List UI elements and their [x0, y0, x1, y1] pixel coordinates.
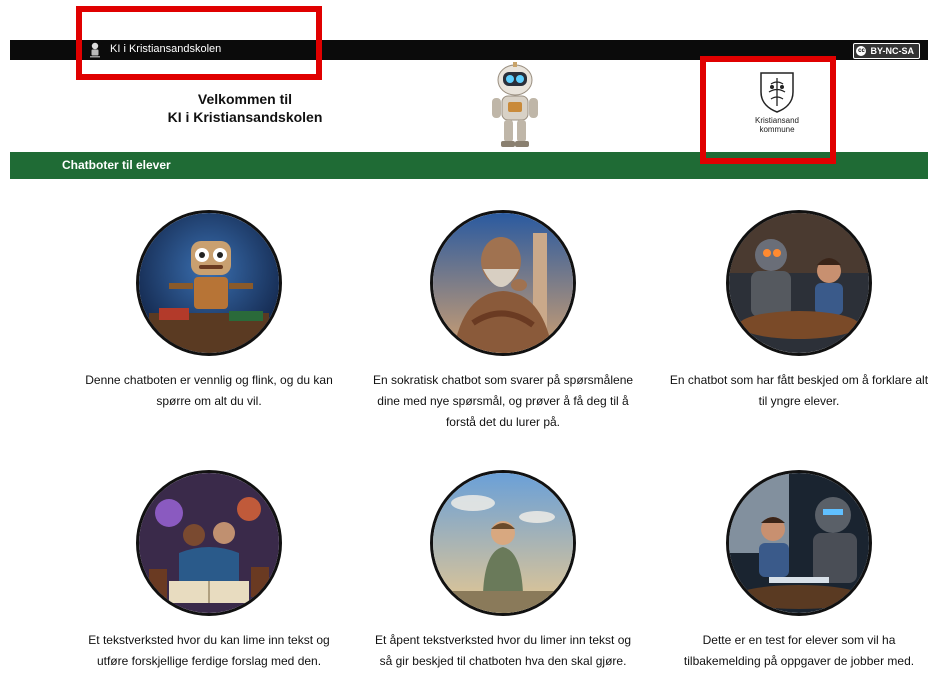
welcome-line-2: KI i Kristiansandskolen — [167, 109, 323, 125]
license-label: BY-NC-SA — [870, 46, 914, 56]
welcome-heading: Velkommen til KI i Kristiansandskolen — [150, 90, 340, 126]
robot-mascot-icon — [492, 62, 538, 147]
chatbot-description: Denne chatboten er vennlig og flink, og … — [85, 373, 333, 408]
chatbot-description: Et tekstverksted hvor du kan lime inn te… — [88, 633, 330, 668]
chatbot-description: En sokratisk chatbot som svarer på spørs… — [372, 373, 634, 429]
chatbot-avatar-open-workshop[interactable] — [430, 470, 576, 616]
license-badge[interactable]: cc BY-NC-SA — [853, 43, 920, 59]
kristiansand-coat-of-arms-icon — [760, 72, 794, 113]
chatbot-avatar-socrates[interactable] — [430, 210, 576, 356]
chatbot-card-friendly[interactable]: Denne chatboten er vennlig og flink, og … — [69, 210, 349, 412]
chatbot-avatar-friendly-robot[interactable] — [136, 210, 282, 356]
chatbot-description: En chatbot som har fått beskjed om å for… — [669, 373, 928, 408]
kristiansand-kommune-logo[interactable]: Kristiansand kommune — [732, 70, 822, 134]
chatbot-description: Dette er en test for elever som vil ha t… — [683, 633, 915, 668]
site-title[interactable]: KI i Kristiansandskolen — [110, 43, 221, 55]
creative-commons-icon: cc — [856, 46, 867, 56]
chatbot-avatar-feedback-test[interactable] — [726, 470, 872, 616]
chatbot-card-text-workshop[interactable]: Et tekstverksted hvor du kan lime inn te… — [69, 470, 349, 672]
top-bar: KI i Kristiansandskolen cc BY-NC-SA — [10, 40, 928, 60]
kommune-line-2: kommune — [759, 125, 795, 134]
chatbot-description: Et åpent tekstverksted hvor du limer inn… — [374, 633, 632, 668]
page-header: Velkommen til KI i Kristiansandskolen Kr… — [10, 60, 928, 152]
kommune-line-1: Kristiansand — [754, 116, 800, 125]
chatbot-card-open-workshop[interactable]: Et åpent tekstverksted hvor du limer inn… — [363, 470, 643, 672]
chatbot-card-socratic[interactable]: En sokratisk chatbot som svarer på spørs… — [363, 210, 643, 433]
chatbot-avatar-text-workshop[interactable] — [136, 470, 282, 616]
chatbot-avatar-robot-and-child[interactable] — [726, 210, 872, 356]
chatbot-card-feedback-test[interactable]: Dette er en test for elever som vil ha t… — [659, 470, 928, 672]
chatbot-card-younger[interactable]: En chatbot som har fått beskjed om å for… — [659, 210, 928, 412]
robot-mini-icon — [90, 42, 100, 58]
section-title: Chatboter til elever — [62, 158, 171, 172]
welcome-line-1: Velkommen til — [197, 91, 293, 107]
section-bar: Chatboter til elever — [10, 152, 928, 179]
